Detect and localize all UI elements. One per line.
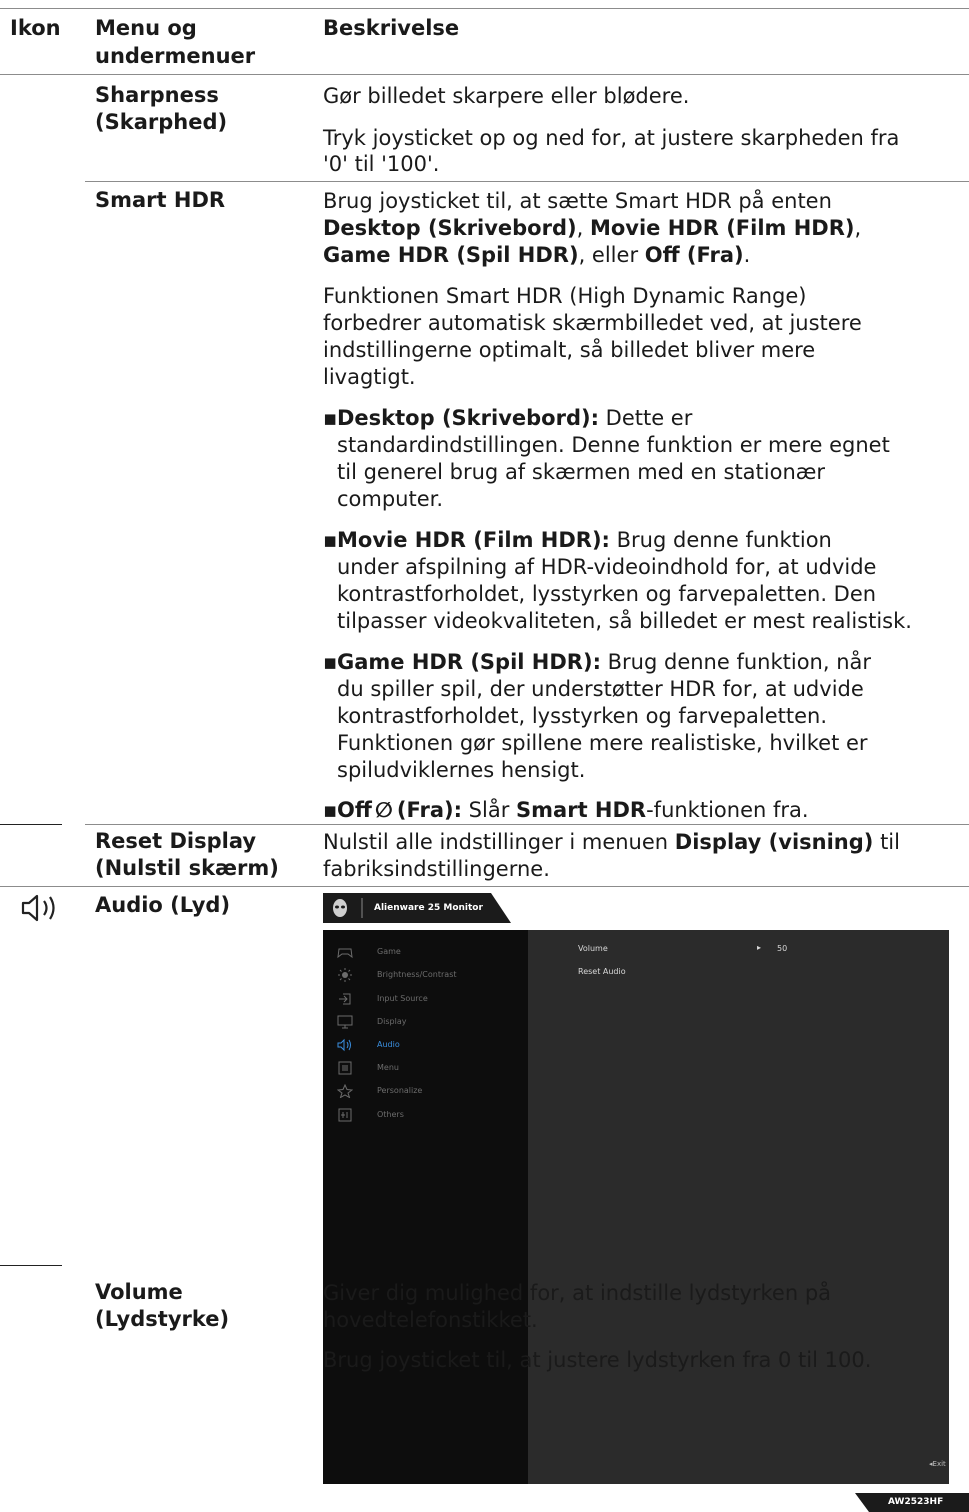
smart-hdr-rule (85, 824, 969, 825)
model-label: AW2523HF (888, 1497, 944, 1507)
osd-exit-button[interactable]: ◂Exit (929, 1460, 946, 1468)
speaker-icon (337, 1038, 351, 1052)
bullet-text: Brug denne funktion (609, 528, 832, 552)
smart-hdr-name: Smart HDR (95, 188, 226, 212)
reset-display-rule (0, 886, 969, 887)
gamepad-icon (337, 948, 353, 959)
osd-body: Game Brightness/Contrast Input Source Di… (323, 930, 949, 1484)
smart-hdr-rule-icon-col (0, 824, 62, 825)
display-icon (337, 1015, 353, 1029)
sep: . (743, 243, 751, 267)
header-menu-col-line2: undermenuer (95, 44, 256, 68)
sep: , (576, 216, 590, 240)
manual-page: Ikon Menu og undermenuer Beskrivelse Sha… (0, 0, 969, 1512)
bullet-label: Game HDR (Spil HDR): (337, 650, 601, 674)
osd-arrow-right-icon: ▸ (757, 943, 762, 952)
bullet-game-line2: du spiller spil, der understøtter HDR fo… (337, 677, 864, 701)
osd-menu-item-menu[interactable]: Menu (323, 1057, 528, 1079)
sep: , (854, 216, 862, 240)
others-icon (338, 1108, 352, 1122)
table-top-rule (0, 8, 969, 9)
bullet-label: (Fra): (396, 798, 462, 822)
bullet-text: -funktionen fra. (646, 798, 809, 822)
bullet-game-line5: spiludviklernes hensigt. (337, 758, 586, 782)
smart-hdr-intro-line1: Brug joysticket til, at sætte Smart HDR … (323, 189, 832, 213)
bullet-desktop-line4: computer. (337, 487, 444, 511)
bullet-movie-line4: tilpasser videokvaliteten, så billedet e… (337, 609, 912, 633)
sharpness-desc1: Gør billedet skarpere eller blødere. (323, 84, 690, 108)
opt-off: Off (Fra) (644, 243, 744, 267)
osd-menu-item-personalize[interactable]: Personalize (323, 1080, 528, 1102)
bullet-text-bold: Smart HDR (516, 798, 647, 822)
volume-name-line2: (Lydstyrke) (95, 1307, 230, 1331)
volume-desc1-line1: Giver dig mulighed for, at indstille lyd… (323, 1281, 832, 1305)
opt-desktop: Desktop (Skrivebord) (323, 216, 577, 240)
osd-menu-item-display[interactable]: Display (323, 1011, 528, 1033)
bullet-game-line4: Funktionen gør spillene mere realistiske… (337, 731, 868, 755)
input-icon (339, 993, 351, 1005)
sharpness-rule (85, 181, 969, 182)
osd-screenshot: Alienware 25 Monitor Game Brightness/Con… (323, 890, 969, 1512)
sharpness-name-line1: Sharpness (95, 83, 219, 107)
smart-hdr-para2-line2: forbedrer automatisk skærmbilledet ved, … (323, 311, 862, 335)
header-description-col: Beskrivelse (323, 16, 460, 40)
speaker-icon (21, 894, 55, 922)
star-icon (337, 1084, 353, 1098)
header-menu-col-line1: Menu og (95, 16, 197, 40)
bullet-desktop: ▪ Desktop (Skrivebord): Dette er (323, 406, 693, 430)
opt-movie: Movie HDR (Film HDR) (589, 216, 855, 240)
bullet-label: Desktop (Skrivebord): (337, 406, 599, 430)
osd-menu-item-game[interactable]: Game (323, 941, 528, 963)
volume-desc1-line2: hovedtelefonstikket. (323, 1308, 538, 1332)
bullet-label: Off (337, 798, 372, 822)
osd-menu-item-brightness[interactable]: Brightness/Contrast (323, 964, 528, 986)
off-symbol-icon: ∅ (374, 798, 393, 822)
sharpness-desc2-line1: Tryk joysticket op og ned for, at juster… (323, 126, 900, 150)
bullet-label: Movie HDR (Film HDR): (337, 528, 610, 552)
reset-display-name-line1: Reset Display (95, 829, 257, 853)
opt-game: Game HDR (Spil HDR) (323, 243, 579, 267)
osd-volume-value: 50 (777, 944, 788, 953)
osd-menu-item-others[interactable]: Others (323, 1104, 528, 1126)
reset-display-desc-line1: Nulstil alle indstillinger i menuen Disp… (323, 830, 900, 854)
osd-title: Alienware 25 Monitor (374, 903, 483, 913)
sharpness-name-line2: (Skarphed) (95, 110, 228, 134)
smart-hdr-intro-line2: Desktop (Skrivebord), Movie HDR (Film HD… (323, 215, 861, 242)
header-icon-col: Ikon (10, 16, 61, 40)
smart-hdr-para2-line1: Funktionen Smart HDR (High Dynamic Range… (323, 284, 807, 308)
menu-icon (338, 1061, 352, 1075)
sun-icon (338, 968, 352, 982)
reset-display-desc-line2: fabriksindstillingerne. (323, 857, 550, 881)
audio-rule-icon-col (0, 1265, 62, 1266)
osd-menu-item-audio[interactable]: Audio (323, 1034, 528, 1056)
bullet-off: ▪ Off ∅ (Fra): Slår Smart HDR-funktionen f… (323, 798, 809, 822)
bullet-desktop-line3: til generel brug af skærmen med en stati… (337, 460, 826, 484)
bullet-text: Dette er (598, 406, 693, 430)
osd-volume-label[interactable]: Volume (578, 944, 608, 953)
header-rule (0, 74, 969, 75)
sep: , eller (578, 243, 645, 267)
bullet-text: Brug denne funktion, når (600, 650, 872, 674)
osd-reset-audio[interactable]: Reset Audio (578, 967, 626, 976)
bullet-game-line3: kontrastforholdet, lysstyrken og farvepa… (337, 704, 827, 728)
smart-hdr-para2-line3: indstillingerne optimalt, så billedet bl… (323, 338, 816, 362)
smart-hdr-para2-line4: livagtigt. (323, 365, 416, 389)
bullet-movie-line2: under afspilning af HDR-videoindhold for… (337, 555, 877, 579)
osd-menu-item-input-source[interactable]: Input Source (323, 988, 528, 1010)
reset-display-name-line2: (Nulstil skærm) (95, 856, 279, 880)
smart-hdr-intro-line3: Game HDR (Spil HDR), eller Off (Fra). (323, 242, 750, 269)
bullet-text: Slår (462, 798, 517, 822)
volume-name-line1: Volume (95, 1280, 183, 1304)
bullet-game: ▪ Game HDR (Spil HDR): Brug denne funkti… (323, 650, 872, 674)
osd-menu: Game Brightness/Contrast Input Source Di… (323, 930, 528, 1484)
volume-desc2: Brug joysticket til, at justere lydstyrk… (323, 1348, 872, 1372)
bullet-movie-line3: kontrastforholdet, lysstyrken og farvepa… (337, 582, 877, 606)
audio-name: Audio (Lyd) (95, 893, 231, 917)
bullet-movie: ▪ Movie HDR (Film HDR): Brug denne funkt… (323, 528, 832, 552)
sharpness-desc2-line2: '0' til '100'. (323, 152, 440, 176)
bullet-desktop-line2: standardindstillingen. Denne funktion er… (337, 433, 890, 457)
